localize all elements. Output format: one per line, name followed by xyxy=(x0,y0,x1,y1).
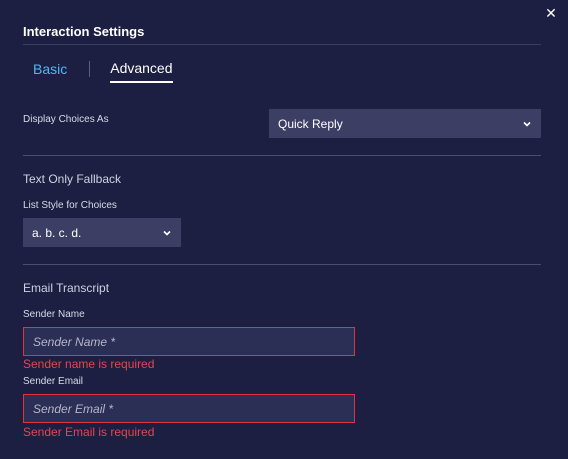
display-choices-value: Quick Reply xyxy=(278,116,343,131)
list-style-select[interactable]: a. b. c. d. xyxy=(23,218,181,247)
interaction-settings-dialog: ✕ Interaction Settings Basic Advanced Di… xyxy=(0,0,568,459)
list-style-value: a. b. c. d. xyxy=(32,225,82,240)
tab-basic[interactable]: Basic xyxy=(33,61,67,82)
display-choices-select[interactable]: Quick Reply xyxy=(269,109,541,138)
section-divider-2 xyxy=(23,264,541,265)
text-only-fallback-heading: Text Only Fallback xyxy=(23,172,122,186)
sender-email-error: Sender Email is required xyxy=(23,425,155,439)
chevron-down-icon xyxy=(163,230,171,236)
list-style-label: List Style for Choices xyxy=(23,200,117,211)
display-choices-label: Display Choices As xyxy=(23,114,109,125)
tab-separator xyxy=(89,61,91,77)
dialog-title: Interaction Settings xyxy=(23,24,145,39)
tab-advanced[interactable]: Advanced xyxy=(110,60,173,83)
sender-email-input[interactable] xyxy=(23,394,355,423)
sender-name-label: Sender Name xyxy=(23,309,85,320)
section-divider-1 xyxy=(23,155,541,156)
tab-bar: Basic Advanced xyxy=(33,60,173,83)
sender-name-error: Sender name is required xyxy=(23,357,155,371)
sender-name-input[interactable] xyxy=(23,327,355,356)
close-icon[interactable]: ✕ xyxy=(544,6,558,20)
email-transcript-heading: Email Transcript xyxy=(23,281,110,295)
title-divider xyxy=(23,44,541,45)
chevron-down-icon xyxy=(523,121,531,127)
sender-email-label: Sender Email xyxy=(23,376,84,387)
